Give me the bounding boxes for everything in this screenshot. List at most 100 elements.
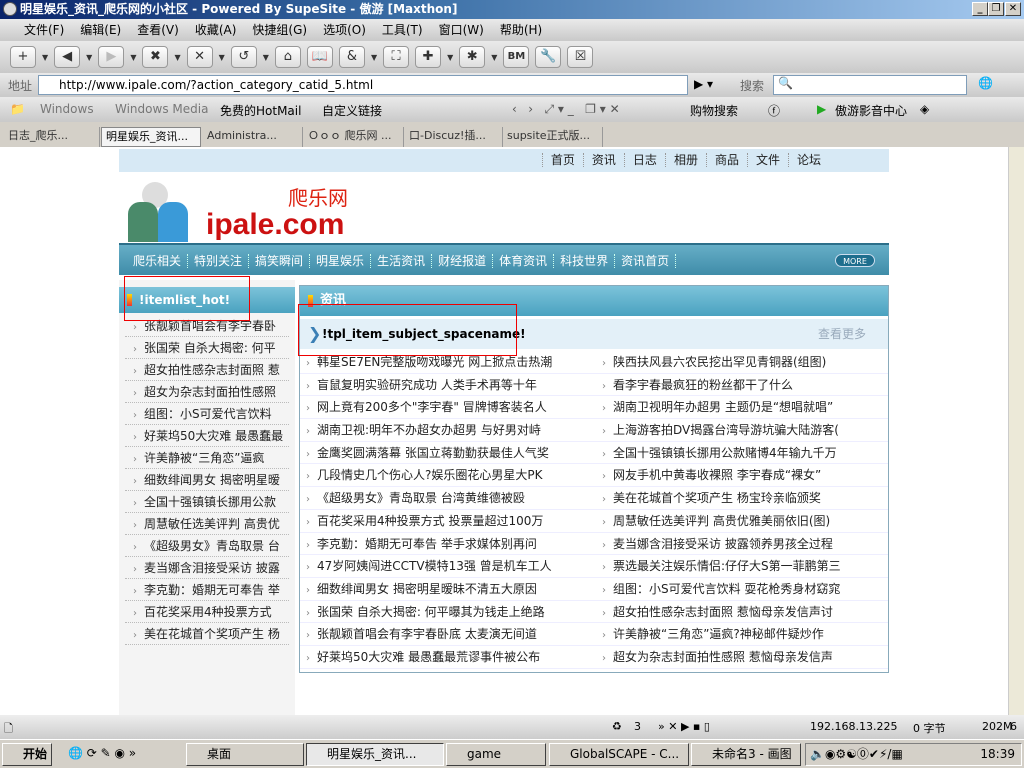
news-list-item[interactable]: 陕西扶风县六农民挖出罕见青铜器(组图) xyxy=(596,351,888,374)
news-list-item[interactable]: 网友手机中黄毒收裸照 李宇春成“裸女” xyxy=(596,464,888,488)
tab-blog[interactable]: 日志_爬乐... xyxy=(4,127,100,147)
nav-pale[interactable]: 爬乐相关 xyxy=(127,254,189,268)
play-icon[interactable]: ▶ xyxy=(817,102,826,116)
hot-list-item[interactable]: 细数绯闻男女 揭密明星暧 xyxy=(125,469,289,491)
hot-list-item[interactable]: 好莱坞50大灾难 最愚蠢最 xyxy=(125,425,289,447)
hot-list-item[interactable]: 百花奖采用4种投票方式 xyxy=(125,601,289,623)
news-list-item[interactable]: 好莱坞50大灾难 最愚蠢最荒谬事件被公布 xyxy=(300,646,596,669)
tab-discuz[interactable]: 口-Discuz!插... xyxy=(405,127,503,147)
home-icon[interactable]: ⌂ xyxy=(274,46,301,68)
hot-list-item[interactable]: 组图：小S可爱代言饮料 xyxy=(125,403,289,425)
task-game[interactable]: game xyxy=(446,743,546,766)
link-hotmail[interactable]: 免费的HotMail xyxy=(220,102,301,119)
tab-pale[interactable]: Ｏｏｏ 爬乐网 ... xyxy=(304,127,404,147)
task-paint[interactable]: 未命名3 - 画图 xyxy=(691,743,801,766)
forward-icon[interactable]: ▶ xyxy=(98,46,125,68)
news-list-item[interactable]: 上海游客拍DV揭露台湾导游坑骗大陆游客( xyxy=(596,419,888,442)
tray-icons[interactable]: 🔈◉⚙☯⓪✔⚡/▦ xyxy=(806,744,903,765)
tab-administrator[interactable]: Administra... xyxy=(203,127,303,147)
view-more-link[interactable]: 查看更多 xyxy=(818,319,866,349)
news-list-item[interactable]: 组图：小S可爱代言饮料 耍花枪秀身材窈窕 xyxy=(596,578,888,601)
news-list-item[interactable]: 全国十强镇镇长挪用公款赌博4年输九千万 xyxy=(596,442,888,465)
link-windows-media[interactable]: Windows Media xyxy=(115,102,208,116)
hot-list-item[interactable]: 美在花城首个奖项产生 杨 xyxy=(125,623,289,645)
nav-funny[interactable]: 搞笑瞬间 xyxy=(249,254,311,268)
news-list-item[interactable]: 几段情史几个伤心人?娱乐圈花心男星大PK xyxy=(300,464,596,488)
quick-launch-icons[interactable]: 🌐 ⟳ ✎ ◉ » xyxy=(68,746,136,760)
add-icon[interactable]: ✚ xyxy=(415,46,442,68)
tools-icon[interactable]: 🔧 xyxy=(535,46,562,68)
topnav-album[interactable]: 相册 xyxy=(664,153,706,167)
news-list-item[interactable]: 47岁阿姨闯进CCTV模特13强 曾是机车工人 xyxy=(300,555,596,578)
news-list-item[interactable]: 李克勤：婚期无可奉告 举手求媒体别再问 xyxy=(300,533,596,556)
menu-options[interactable]: 选项(O) xyxy=(315,19,374,41)
nav-news-home[interactable]: 资讯首页 xyxy=(615,254,677,268)
site-logo[interactable]: 爬乐网 ipale.com xyxy=(128,182,378,244)
news-list-item[interactable]: 票选最关注娱乐情侣:仔仔大S第一菲鹏第三 xyxy=(596,555,888,578)
news-list-item[interactable]: 网上竟有200多个"李宇春" 冒牌博客装名人 xyxy=(300,396,596,420)
topnav-news[interactable]: 资讯 xyxy=(582,153,624,167)
news-list-item[interactable]: 周慧敏任选美评判 高贵优雅美丽依旧(图) xyxy=(596,510,888,533)
news-list-item[interactable]: 张国荣 自杀大揭密: 何平曝其为钱走上绝路 xyxy=(300,601,596,624)
start-button[interactable]: 开始 xyxy=(2,743,52,766)
plugin-icon[interactable]: ✱ xyxy=(459,46,486,68)
hot-list-item[interactable]: 许美静被“三角恋”逼疯 xyxy=(125,447,289,469)
nav-finance[interactable]: 财经报道 xyxy=(432,254,494,268)
task-globalscape[interactable]: GlobalSCAPE - C... xyxy=(549,743,689,766)
diamond-icon[interactable]: ◈ xyxy=(920,102,929,116)
topnav-home[interactable]: 首页 xyxy=(541,153,583,167)
news-list-item[interactable]: 细数绯闻男女 揭密明星暧昧不清五大原因 xyxy=(300,578,596,601)
news-list-item[interactable]: 金鹰奖圆满落幕 张国立蒋勤勤获最佳人气奖 xyxy=(300,442,596,465)
news-list-item[interactable]: 湖南卫视明年办超男 主题仍是“想唱就唱” xyxy=(596,396,888,420)
minimize-button[interactable]: _ xyxy=(972,2,988,16)
task-desktop[interactable]: 桌面 xyxy=(186,743,304,766)
hot-list-item[interactable]: 超女拍性感杂志封面照 惹 xyxy=(125,359,289,381)
news-list-item[interactable]: 百花奖采用4种投票方式 投票量超过100万 xyxy=(300,510,596,533)
hot-list-item[interactable]: 张国荣 自杀大揭密: 何平 xyxy=(125,337,289,359)
close-button[interactable]: ✕ xyxy=(1005,2,1021,16)
tab-supsite[interactable]: supsite正式版... xyxy=(503,127,603,147)
favorites-icon[interactable]: 📖 xyxy=(306,46,333,68)
topnav-goods[interactable]: 商品 xyxy=(705,153,747,167)
flash-icon[interactable]: ⓕ xyxy=(768,102,780,119)
menu-view[interactable]: 查看(V) xyxy=(129,19,187,41)
topnav-forum[interactable]: 论坛 xyxy=(787,153,829,167)
hot-list-item[interactable]: 超女为杂志封面拍性感照 xyxy=(125,381,289,403)
hot-list-item[interactable]: 《超级男女》青岛取景 台 xyxy=(125,535,289,557)
news-list-item[interactable]: 看李宇春最疯狂的粉丝都干了什么 xyxy=(596,374,888,397)
news-list-item[interactable]: 许美静被“三角恋”逼疯?神秘邮件疑炒作 xyxy=(596,623,888,646)
nav-sports[interactable]: 体育资讯 xyxy=(493,254,555,268)
go-icon[interactable]: ▶ ▾ xyxy=(694,77,713,91)
back-icon[interactable]: ◀ xyxy=(54,46,81,68)
nav-stars[interactable]: 明星娱乐 xyxy=(310,254,372,268)
menu-edit[interactable]: 编辑(E) xyxy=(72,19,129,41)
vertical-scrollbar[interactable] xyxy=(1008,147,1024,715)
news-list-item[interactable]: 超女为杂志封面拍性感照 惹恼母亲发信声 xyxy=(596,646,888,669)
news-list-item[interactable]: 《超级男女》青岛取景 台湾黄维德被殴 xyxy=(300,487,596,510)
menu-groups[interactable]: 快捷组(G) xyxy=(244,19,315,41)
menu-file[interactable]: 文件(F) xyxy=(16,19,72,41)
news-list-item[interactable]: 美在花城首个奖项产生 杨宝玲亲临颁奖 xyxy=(596,487,888,510)
refresh-icon[interactable]: ↺ xyxy=(230,46,257,68)
new-tab-icon[interactable]: + xyxy=(10,46,36,68)
media-controls[interactable]: » ✕ ▶ ▪ ▯ xyxy=(658,720,710,733)
group-icon[interactable]: & xyxy=(338,46,365,68)
media-center-link[interactable]: 傲游影音中心 xyxy=(835,102,907,119)
menu-tools[interactable]: 工具(T) xyxy=(374,19,431,41)
menu-help[interactable]: 帮助(H) xyxy=(492,19,550,41)
news-list-item[interactable]: 超女拍性感杂志封面照 惹恼母亲发信声讨 xyxy=(596,601,888,624)
nav-special[interactable]: 特别关注 xyxy=(188,254,250,268)
nav-tech[interactable]: 科技世界 xyxy=(554,254,616,268)
topnav-blog[interactable]: 日志 xyxy=(623,153,665,167)
folder-icon[interactable]: 📁 xyxy=(10,102,25,116)
topnav-files[interactable]: 文件 xyxy=(746,153,788,167)
hot-list-item[interactable]: 全国十强镇镇长挪用公款 xyxy=(125,491,289,513)
news-list-item[interactable]: 张靓颖首唱会有李宇春卧底 太麦演无间道 xyxy=(300,623,596,646)
hot-list-item[interactable]: 周慧敏任选美评判 高贵优 xyxy=(125,513,289,535)
hot-list-item[interactable]: 李克勤：婚期无可奉告 举 xyxy=(125,579,289,601)
globe-icon[interactable]: 🌐 xyxy=(978,76,993,90)
url-input[interactable]: http://www.ipale.com/?action_category_ca… xyxy=(38,75,688,95)
close-all-icon[interactable]: ✖ xyxy=(142,46,169,68)
news-list-item[interactable]: 盲鼠复明实验研究成功 人类手术再等十年 xyxy=(300,374,596,397)
close-tab-icon[interactable]: ☒ xyxy=(567,46,594,68)
